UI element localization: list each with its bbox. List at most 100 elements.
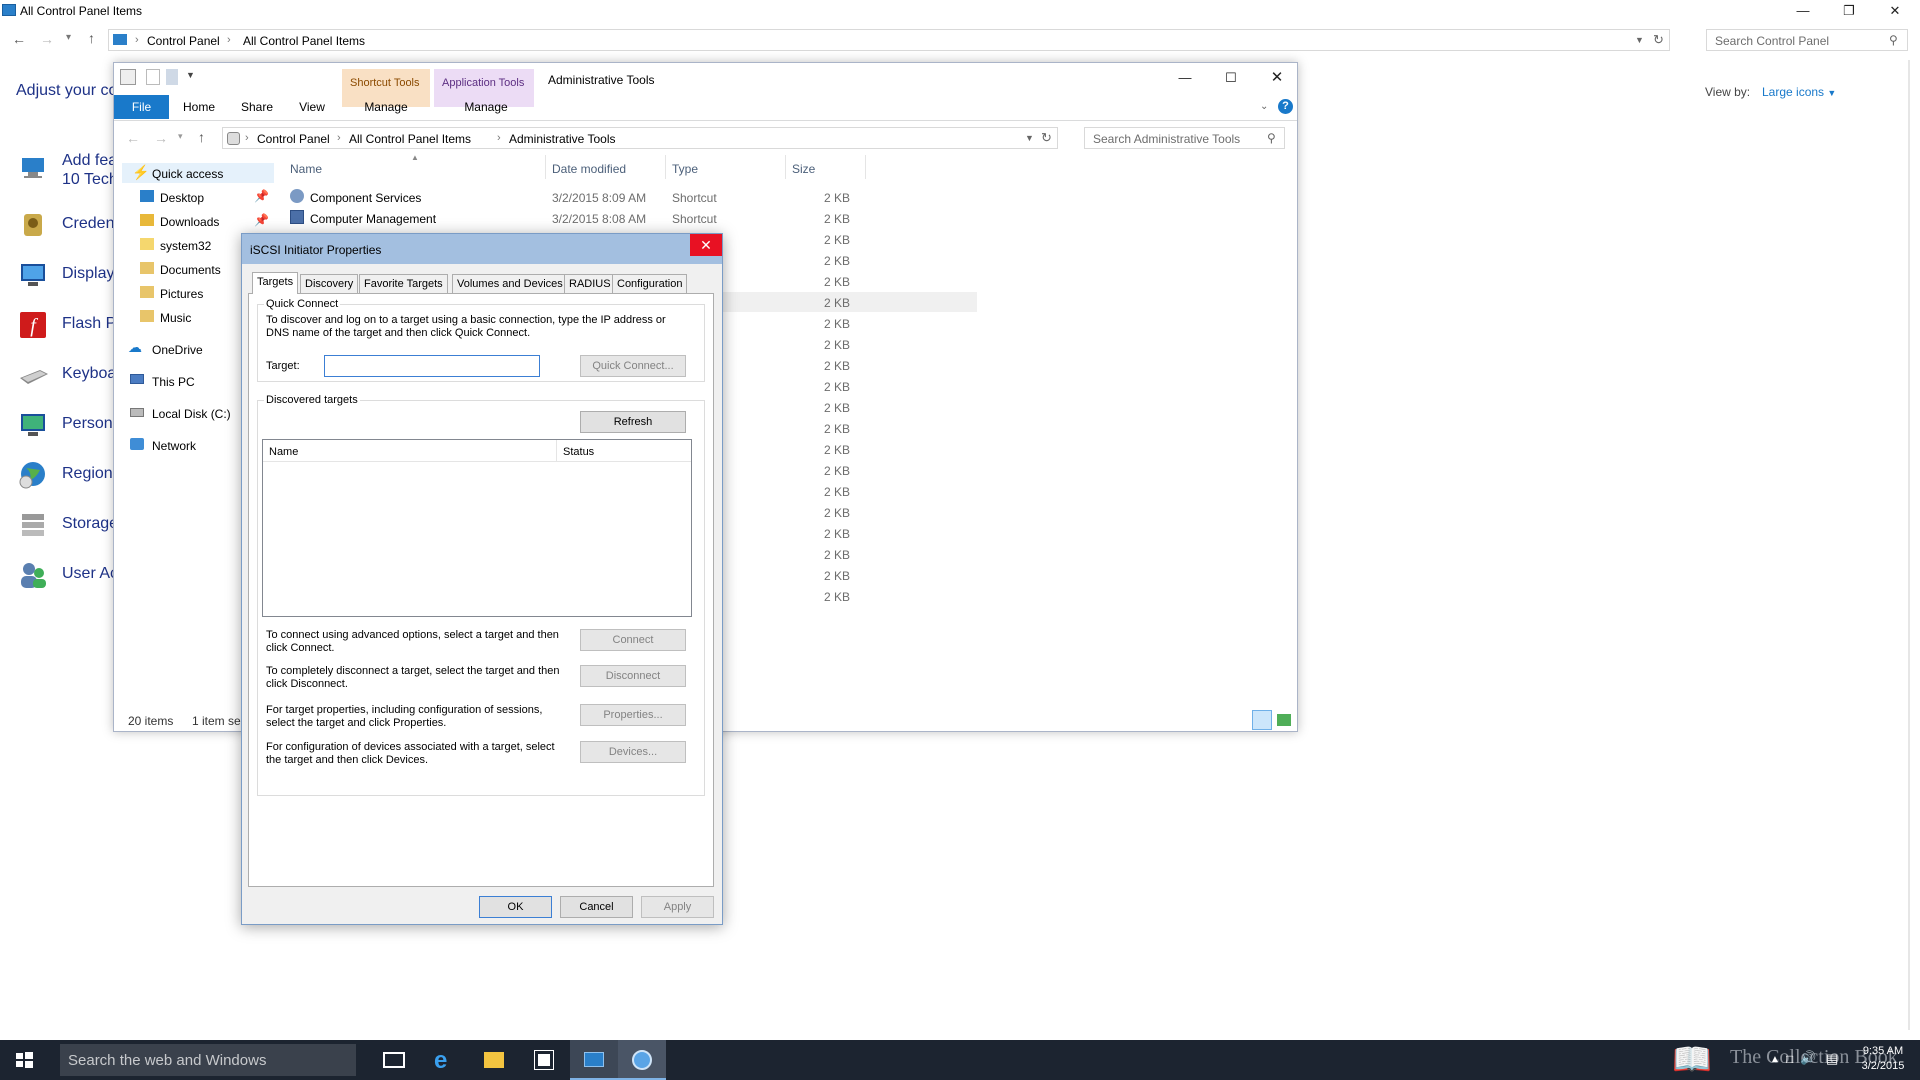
file-size: 2 KB [823,296,850,310]
cp-item-credential-manager[interactable]: Creden [18,208,118,248]
pin-icon[interactable]: 📌 [254,213,269,227]
minimize-button[interactable]: — [1780,0,1826,22]
details-view-icon[interactable] [1252,710,1272,730]
clock[interactable]: 9:35 AM 3/2/2015 [1850,1044,1916,1078]
tab-volumes-and-devices[interactable]: Volumes and Devices [452,274,568,293]
targets-list[interactable]: Name Status [262,439,692,617]
taskbar-file-explorer[interactable] [470,1040,518,1080]
address-field[interactable]: › Control Panel › All Control Panel Item… [108,29,1670,51]
address-field[interactable]: › Control Panel › All Control Panel Item… [222,127,1058,149]
tab-home[interactable]: Home [174,95,224,119]
nav-label: Documents [160,263,221,277]
properties-button[interactable]: Properties... [580,704,686,726]
table-row[interactable]: Component Services 3/2/2015 8:09 AM Shor… [290,187,870,207]
volume-icon[interactable]: 🔊 [1800,1050,1816,1066]
page-heading: Adjust your co [16,82,118,99]
nav-item-quick-access[interactable]: ⚡ Quick access [122,163,274,183]
ok-button[interactable]: OK [479,896,552,918]
back-icon[interactable]: ← [126,130,140,146]
cp-item-personalization[interactable]: Persona [18,408,122,448]
tab-share[interactable]: Share [232,95,282,119]
search-control-panel-field[interactable]: Search Control Panel ⚲ [1706,29,1908,51]
target-input[interactable] [324,355,540,377]
breadcrumb-control-panel[interactable]: Control Panel [147,34,220,48]
maximize-button[interactable]: ☐ [1208,67,1254,89]
properties-icon[interactable] [120,69,136,85]
devices-button[interactable]: Devices... [580,741,686,763]
view-by-dropdown[interactable]: Large icons ▼ [1762,85,1836,99]
scrollbar[interactable] [1908,60,1910,1030]
dropdown-chevron-icon[interactable]: ▼ [1635,35,1644,45]
taskbar-search-box[interactable]: Search the web and Windows [60,1044,356,1076]
breadcrumb-admin-tools[interactable]: Administrative Tools [509,132,616,146]
taskbar-iscsi-initiator[interactable] [618,1040,666,1080]
task-view-button[interactable] [370,1040,418,1080]
cancel-button[interactable]: Cancel [560,896,633,918]
breadcrumb-all-items[interactable]: All Control Panel Items [243,34,365,48]
cp-item-region[interactable]: Region [18,458,118,498]
minimize-button[interactable]: — [1162,67,1208,89]
tab-file[interactable]: File [114,95,169,119]
nav-label: Local Disk (C:) [152,407,231,421]
dialog-close-button[interactable]: ✕ [690,234,722,256]
breadcrumb-all-items[interactable]: All Control Panel Items [349,132,471,146]
tab-manage-application[interactable]: Manage [446,95,526,119]
apply-button[interactable]: Apply [641,896,714,918]
tab-favorite-targets[interactable]: Favorite Targets [359,274,448,293]
refresh-icon[interactable]: ↻ [1653,32,1664,48]
tab-targets[interactable]: Targets [252,272,299,294]
large-icons-view-icon[interactable] [1277,714,1291,726]
quick-connect-button[interactable]: Quick Connect... [580,355,686,377]
column-status[interactable]: Status [563,446,594,459]
connect-button[interactable]: Connect [580,629,686,651]
close-button[interactable]: ✕ [1872,0,1918,22]
up-icon[interactable]: ↑ [198,129,205,145]
back-icon[interactable]: ← [12,31,26,47]
tab-view[interactable]: View [290,95,334,119]
new-folder-icon[interactable] [146,69,160,85]
help-icon[interactable]: ? [1278,99,1293,114]
column-date-modified[interactable]: Date modified [552,162,626,176]
taskbar-control-panel[interactable] [570,1040,618,1080]
taskbar-store[interactable] [520,1040,568,1080]
nav-item-downloads[interactable]: Downloads 📌 [134,211,274,231]
search-admin-tools-field[interactable]: Search Administrative Tools ⚲ [1084,127,1285,149]
breadcrumb-control-panel[interactable]: Control Panel [257,132,330,146]
cp-item-keyboard[interactable]: Keyboa [18,358,118,398]
forward-icon[interactable]: → [40,31,54,47]
recent-chevron-icon[interactable]: ▾ [178,131,183,142]
forward-icon[interactable]: → [154,130,168,146]
action-center-icon[interactable]: ▤ [1826,1051,1838,1067]
column-type[interactable]: Type [672,162,698,176]
cp-item-storage-spaces[interactable]: Storage [18,508,118,548]
rename-icon[interactable] [166,69,178,85]
cp-item-add-features[interactable]: Add fea 10 Tech [18,150,118,190]
cp-item-user-accounts[interactable]: User Ac [18,558,118,598]
cp-item-display[interactable]: Display [18,258,118,298]
dropdown-chevron-icon[interactable]: ▼ [1025,133,1034,143]
refresh-button[interactable]: Refresh [580,411,686,433]
cp-item-flash-player[interactable]: f Flash Pl [18,308,120,348]
tab-discovery[interactable]: Discovery [300,274,359,293]
tab-manage-shortcut[interactable]: Manage [350,95,422,119]
pin-icon[interactable]: 📌 [254,189,269,203]
table-row[interactable]: Computer Management 3/2/2015 8:08 AM Sho… [290,208,870,228]
restore-button[interactable]: ❐ [1826,0,1872,22]
notification-area-chevron-icon[interactable]: ▲ [1770,1054,1780,1065]
start-button[interactable] [0,1040,48,1080]
taskbar-internet-explorer[interactable]: e [420,1040,468,1080]
up-icon[interactable]: ↑ [88,30,95,46]
tab-configuration[interactable]: Configuration [612,274,688,293]
network-tray-icon[interactable]: □ [1786,1052,1793,1066]
refresh-icon[interactable]: ↻ [1041,130,1052,146]
tab-radius[interactable]: RADIUS [564,274,616,293]
column-name[interactable]: Name [290,162,322,176]
expand-ribbon-icon[interactable]: ⌄ [1260,101,1268,112]
close-button[interactable]: ✕ [1254,67,1300,89]
disconnect-button[interactable]: Disconnect [580,665,686,687]
column-size[interactable]: Size [792,162,815,176]
recent-chevron-icon[interactable]: ▾ [66,32,71,43]
customize-chevron-icon[interactable]: ▼ [186,70,195,80]
column-name[interactable]: Name [269,446,298,459]
nav-item-desktop[interactable]: Desktop 📌 [134,187,274,207]
